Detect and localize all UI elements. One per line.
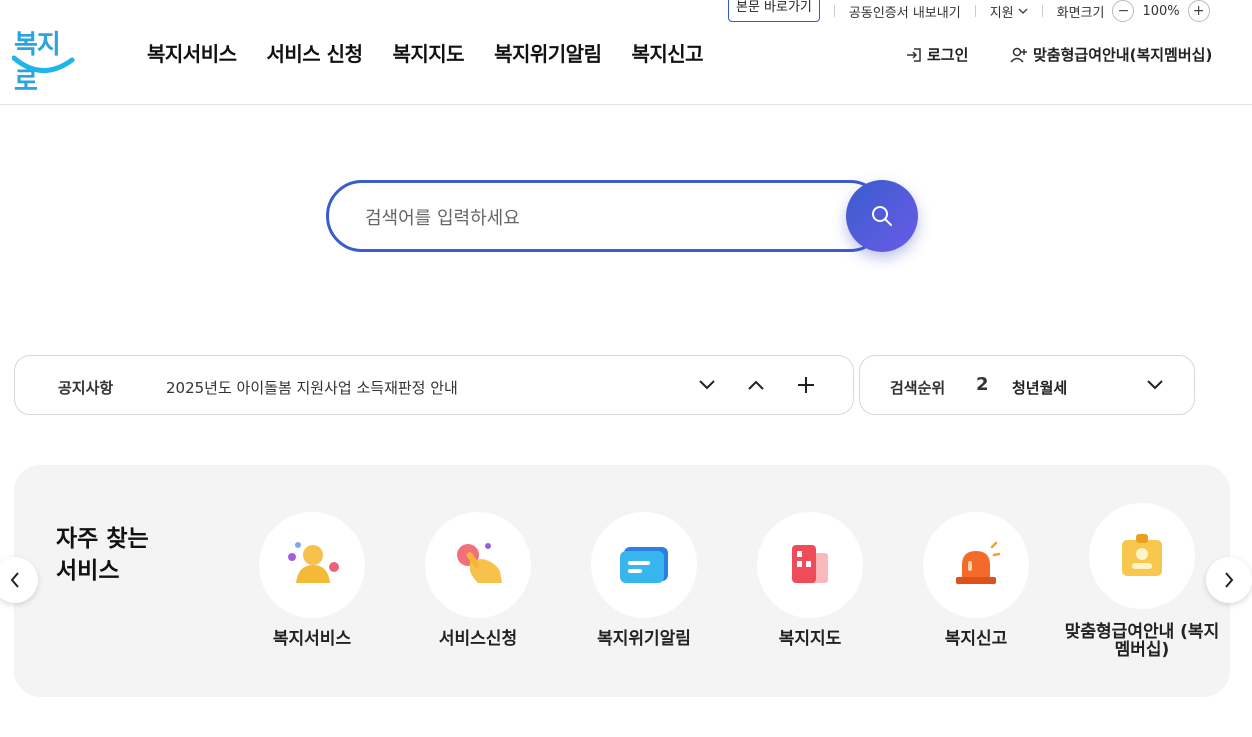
- ranking-number: 2: [976, 374, 989, 395]
- user-add-icon: [1010, 47, 1027, 63]
- quick-item-welfare-services[interactable]: 복지서비스: [229, 512, 395, 648]
- quick-item-label: 복지신고: [944, 629, 1008, 649]
- chevron-down-icon: [699, 380, 715, 390]
- notice-label: 공지사항: [58, 379, 114, 397]
- notice-text[interactable]: 2025년도 아이돌봄 지원사업 소득재판정 안내: [166, 377, 458, 398]
- quick-item-icon-wrap: [425, 512, 531, 618]
- siren-icon: [956, 541, 1001, 584]
- quick-item-icon-wrap: [757, 512, 863, 618]
- plus-icon: [798, 377, 814, 393]
- search-bar: [326, 180, 918, 252]
- person-icon: [288, 542, 339, 583]
- quick-item-icon-wrap: [259, 512, 365, 618]
- nav-service-apply[interactable]: 서비스 신청: [267, 38, 363, 67]
- notice-more-button[interactable]: [793, 372, 819, 398]
- nav-welfare-report[interactable]: 복지신고: [631, 38, 703, 67]
- chevron-down-icon: [1147, 380, 1163, 390]
- notice-next-button[interactable]: [694, 372, 720, 398]
- ranking-term[interactable]: 청년월세: [1012, 377, 1067, 398]
- main-nav: 복지서비스 서비스 신청 복지지도 복지위기알림 복지신고: [147, 38, 704, 67]
- quick-item-label: 복지서비스: [272, 629, 352, 649]
- chevron-left-icon: [10, 572, 19, 588]
- quick-item-service-apply[interactable]: 서비스신청: [395, 512, 561, 648]
- logo-smile-icon: [12, 55, 75, 73]
- message-card-icon: [620, 547, 668, 583]
- notice-prev-button[interactable]: [743, 372, 769, 398]
- nav-welfare-services[interactable]: 복지서비스: [147, 38, 237, 67]
- quick-services-title: 자주 찾는 서비스: [56, 526, 149, 584]
- quick-item-label: 맞춤형급여안내 (복지멤버십): [1064, 622, 1220, 660]
- building-icon: [792, 545, 828, 583]
- notice-bar: 공지사항 2025년도 아이돌봄 지원사업 소득재판정 안내: [14, 355, 854, 415]
- quick-item-welfare-report[interactable]: 복지신고: [893, 512, 1059, 648]
- quick-item-label: 서비스신청: [438, 629, 518, 649]
- quick-item-membership[interactable]: 맞춤형급여안내 (복지멤버십): [1059, 503, 1225, 659]
- hand-touch-icon: [457, 543, 502, 583]
- site-logo[interactable]: 복지로: [12, 24, 76, 97]
- quick-item-icon-wrap: [1089, 503, 1195, 609]
- login-label: 로그인: [927, 46, 969, 64]
- membership-label: 맞춤형급여안내(복지멤버십): [1033, 46, 1213, 64]
- search-box: [326, 180, 886, 252]
- nav-welfare-map[interactable]: 복지지도: [392, 38, 464, 67]
- chevron-up-icon: [748, 380, 764, 390]
- quick-item-label: 복지위기알림: [597, 629, 691, 649]
- site-header: 복지로 복지서비스 서비스 신청 복지지도 복지위기알림 복지신고 로그인 맞춤…: [0, 0, 1252, 105]
- search-input[interactable]: [365, 203, 835, 233]
- nav-crisis-alert[interactable]: 복지위기알림: [494, 38, 602, 67]
- login-link[interactable]: 로그인: [905, 44, 968, 65]
- id-badge-icon: [1122, 534, 1162, 576]
- quick-item-crisis-alert[interactable]: 복지위기알림: [561, 512, 727, 648]
- quick-item-icon-wrap: [923, 512, 1029, 618]
- membership-link[interactable]: 맞춤형급여안내(복지멤버십): [1009, 44, 1212, 65]
- ranking-label: 검색순위: [890, 379, 946, 397]
- search-icon: [872, 206, 892, 226]
- quick-item-icon-wrap: [591, 512, 697, 618]
- search-button[interactable]: [846, 180, 918, 252]
- search-ranking: 검색순위 2 청년월세: [859, 355, 1195, 415]
- quick-item-welfare-map[interactable]: 복지지도: [727, 512, 893, 648]
- login-icon: [907, 47, 921, 62]
- ranking-expand-button[interactable]: [1142, 372, 1168, 398]
- quick-item-label: 복지지도: [778, 629, 842, 649]
